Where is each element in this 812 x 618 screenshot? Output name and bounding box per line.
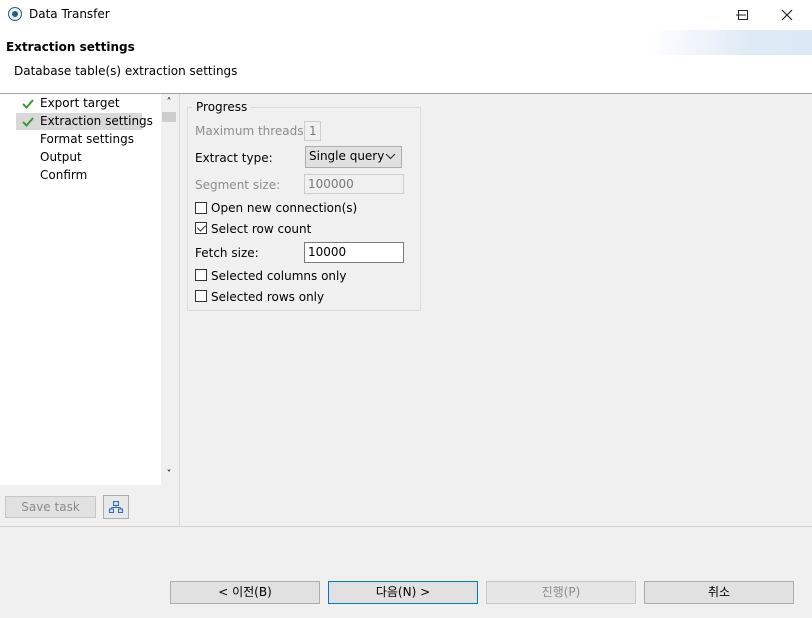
back-button[interactable]: < 이전(B) [170,581,320,604]
nav-item-label: Format settings [40,132,134,146]
fetch-size-label: Fetch size: [195,246,259,260]
task-config-button[interactable] [103,495,129,519]
selected-columns-only-label: Selected columns only [211,269,347,283]
nav-item-extraction-settings[interactable]: Extraction settings [16,113,153,130]
nav-item-label: Output [40,150,82,164]
wizard-header: Extraction settings Database table(s) ex… [0,30,812,94]
close-icon [781,9,793,21]
footer-divider [0,526,812,527]
extract-type-label: Extract type: [195,151,273,165]
max-threads-label: Maximum threads: [195,124,308,138]
selected-rows-only-checkbox[interactable] [195,290,207,302]
chevron-down-icon [385,147,396,171]
nav-item-format-settings[interactable]: Format settings [0,131,145,148]
extract-type-select[interactable]: Single query [305,146,402,168]
max-threads-spinner[interactable]: 1 [304,121,321,141]
next-button[interactable]: 다음(N) > [328,581,478,604]
maximize-button-real[interactable] [731,5,755,25]
maximize-icon [738,10,748,20]
scroll-down-icon[interactable]: ˅ [161,468,177,482]
segment-size-input[interactable]: 100000 [304,174,404,194]
nav-item-label: Export target [40,96,120,110]
nav-item-confirm[interactable]: Confirm [0,167,145,184]
open-new-connection-checkbox[interactable] [195,202,207,214]
selected-rows-only-label: Selected rows only [211,290,325,304]
selected-columns-only-checkbox[interactable] [195,269,207,281]
scroll-thumb[interactable] [162,112,176,122]
select-row-count-label: Select row count [211,222,312,236]
fetch-size-input[interactable]: 10000 [304,242,404,263]
wizard-nav: Export target Extraction settings Format… [0,94,161,485]
select-row-count-checkbox[interactable] [195,222,207,234]
check-icon [22,99,34,109]
open-new-connection-label: Open new connection(s) [211,201,358,215]
close-button[interactable] [775,5,799,25]
panel-divider [179,94,180,526]
scroll-up-icon[interactable]: ˄ [161,96,177,110]
nav-item-label: Extraction settings [40,114,153,128]
page-title: Extraction settings [6,40,135,54]
window-title: Data Transfer [29,7,110,21]
extract-type-value: Single query [309,149,385,163]
cancel-button[interactable]: 취소 [644,581,794,604]
title-bar: Data Transfer — [0,0,812,30]
nav-item-output[interactable]: Output [0,149,145,166]
proceed-button[interactable]: 진행(P) [486,581,636,604]
network-icon [109,501,123,513]
header-decoration [652,30,812,55]
nav-scrollbar[interactable]: ˄ ˅ [161,94,177,485]
page-description: Database table(s) extraction settings [14,64,238,78]
app-icon [8,7,22,21]
nav-item-export-target[interactable]: Export target [0,95,145,112]
check-icon [22,117,34,127]
nav-item-label: Confirm [40,168,88,182]
save-task-button[interactable]: Save task [5,496,96,518]
progress-group-label: Progress [192,100,252,114]
segment-size-label: Segment size: [195,178,281,192]
